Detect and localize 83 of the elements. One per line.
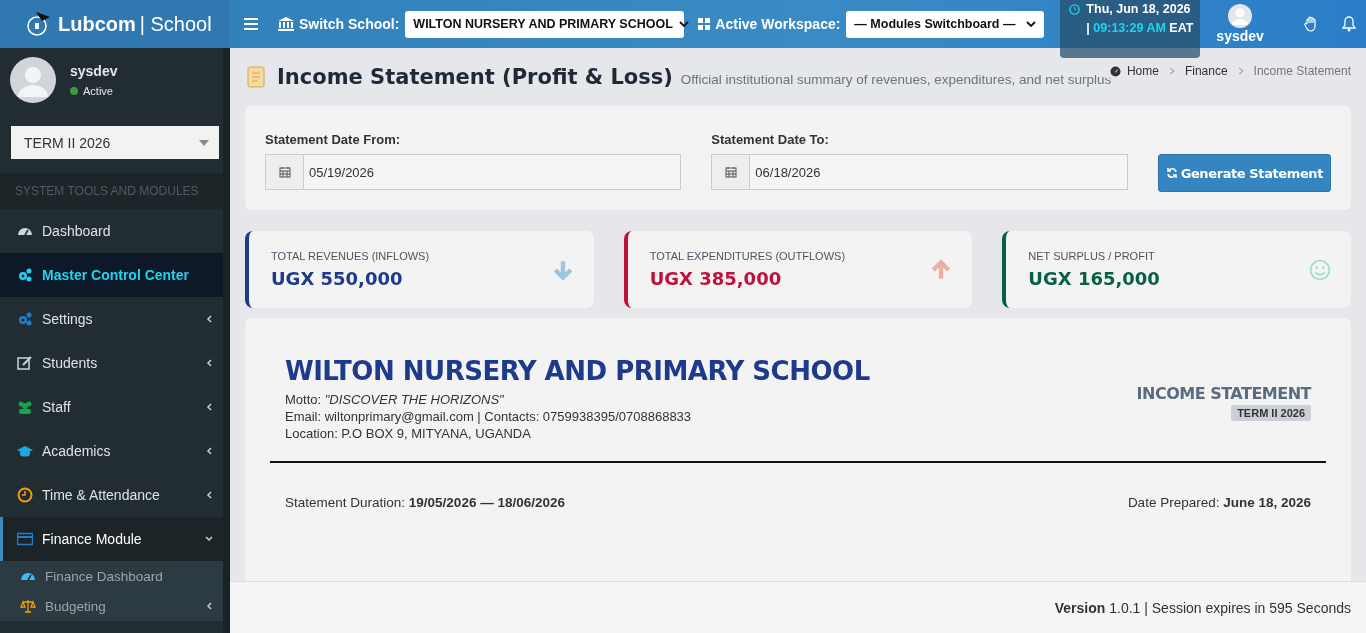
clock-icon (1069, 4, 1081, 15)
statement-duration: Statement Duration: 19/05/2026 — 18/06/2026 (285, 495, 565, 510)
section-header: SYSTEM TOOLS AND MODULES (0, 173, 223, 209)
document-title: INCOME STATEMENT (1136, 384, 1311, 403)
gears-icon (17, 267, 33, 283)
clock-icon (17, 487, 33, 503)
menu-icon[interactable] (244, 18, 258, 30)
switch-school-label: Switch School: (299, 16, 400, 32)
sidebar-item[interactable]: Finance Module (0, 517, 223, 561)
field-label: Statement Date To: (711, 132, 830, 147)
gears-icon (17, 311, 33, 327)
cap-icon (17, 443, 33, 459)
term-select[interactable]: TERM II 2026 (11, 126, 219, 159)
chevron-left-icon (205, 315, 213, 323)
sidebar-subitem[interactable]: Finance Dashboard (0, 561, 223, 591)
breadcrumb-link[interactable]: Finance (1184, 64, 1228, 78)
smile-icon (1309, 258, 1331, 281)
avatar-icon (10, 57, 56, 103)
chevron-down-icon (678, 21, 689, 27)
sidebar-item[interactable]: Students (0, 341, 223, 385)
users-icon (17, 399, 33, 415)
summary-value: UGX 385,000 (649, 268, 783, 289)
chevron-left-icon (205, 359, 213, 367)
sidebar-item[interactable]: Master Control Center (0, 253, 223, 297)
clock-text: Thu, Jun 18, 2026 | 09:13:29 AM EAT (1086, 1, 1195, 37)
workspace-label: Active Workspace: (715, 16, 841, 32)
contact-line: Email: wiltonprimary@gmail.com | Contacts: 0759938395/0708868833 (285, 409, 693, 424)
chevron-left-icon (205, 491, 213, 499)
breadcrumb-link[interactable]: Home (1126, 64, 1159, 78)
calendar-icon (278, 166, 291, 178)
summary-label: TOTAL EXPENDITURES (OUTFLOWS) (649, 250, 847, 262)
avatar-icon[interactable] (1228, 4, 1253, 28)
summary-label: NET SURPLUS / PROFIT (1028, 250, 1156, 262)
calendar-icon (724, 166, 737, 178)
brand-suffix: | School (139, 12, 212, 36)
sidebar-subitem[interactable]: Budgeting (0, 591, 223, 621)
date-field[interactable]: 06/18/2026 (711, 154, 1128, 190)
motto-label: Motto: (285, 392, 322, 407)
chevron-left-icon (205, 403, 213, 411)
bell-icon[interactable] (1341, 16, 1356, 32)
chevron-left-icon (205, 447, 213, 455)
chevron-left-icon (205, 602, 213, 610)
workspace-select[interactable]: — Modules Switchboard — (846, 10, 1045, 38)
refresh-icon (1165, 167, 1178, 179)
sidebar-item[interactable]: Staff (0, 385, 223, 429)
summary-value: UGX 165,000 (1028, 268, 1161, 289)
user-name: sysdev (70, 63, 118, 79)
scroll-icon (245, 65, 267, 89)
school-name: WILTON NURSERY AND PRIMARY SCHOOL (285, 356, 870, 386)
edit-icon (17, 355, 33, 371)
generate-statement-button[interactable]: Generate Statement (1157, 154, 1331, 192)
scale-icon (20, 598, 36, 614)
sidebar-item[interactable]: Time & Attendance (0, 473, 223, 517)
dropdown-arrow-icon (199, 139, 209, 146)
sidebar-item[interactable]: Academics (0, 429, 223, 473)
arrow-down-icon (551, 258, 574, 281)
page-subtitle: Official institutional summary of revenues, expenditures, and net surplus (680, 71, 1112, 87)
grid-icon (698, 18, 711, 30)
user-name[interactable]: sysdev (1216, 28, 1264, 44)
sidebar-item[interactable]: Dashboard (0, 209, 223, 253)
arrow-up-icon (930, 258, 953, 281)
location-line: Location: P.O BOX 9, MITYANA, UGANDA (285, 426, 532, 441)
card-icon (17, 531, 33, 547)
hand-icon[interactable] (1303, 16, 1318, 32)
chevron-right-icon (1168, 67, 1175, 75)
summary-value: UGX 550,000 (271, 268, 404, 289)
field-label: Statement Date From: (265, 132, 402, 147)
bank-icon (278, 17, 294, 31)
term-badge: TERM II 2026 (1231, 405, 1311, 421)
dashboard-icon (1109, 65, 1121, 77)
chevron-right-icon (1237, 67, 1244, 75)
date-field[interactable]: 05/19/2026 (265, 154, 682, 190)
version-text: Version 1.0.1 | Session expires in 595 Seconds (1054, 599, 1351, 616)
user-status: Active (83, 85, 113, 97)
page-title: Income Statement (Profit & Loss) (277, 65, 673, 89)
motto-text: "DISCOVER THE HORIZONS" (324, 392, 504, 407)
brand-name: Lubcom (58, 12, 136, 36)
chevron-down-icon (1026, 21, 1037, 27)
date-prepared: Date Prepared: June 18, 2026 (1127, 495, 1311, 510)
chevron-down-icon (205, 535, 213, 543)
summary-label: TOTAL REVENUES (INFLOWS) (271, 250, 431, 262)
status-dot-icon (70, 87, 78, 95)
sidebar-item[interactable]: Settings (0, 297, 223, 341)
